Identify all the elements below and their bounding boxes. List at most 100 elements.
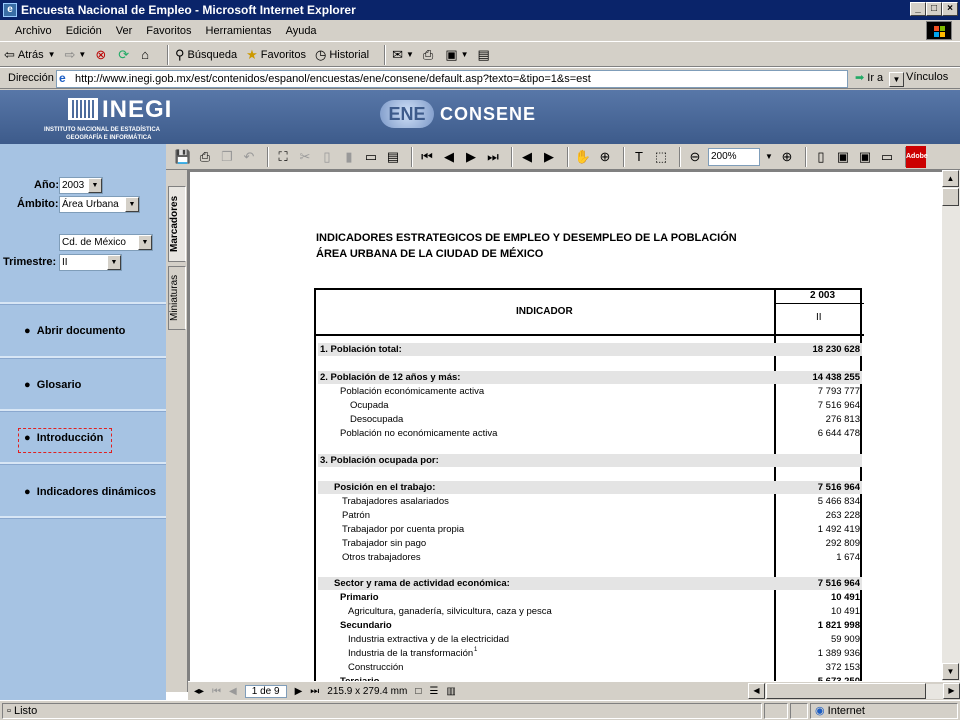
close-button[interactable]: × <box>942 2 958 16</box>
snapshot-icon[interactable]: ⬚ <box>652 148 670 166</box>
scroll-thumb[interactable] <box>942 188 959 206</box>
scroll-up-icon[interactable]: ▲ <box>942 170 959 187</box>
zoom-field[interactable]: 200% <box>708 147 760 166</box>
mail-button[interactable]: ✉ ▼ <box>392 47 414 63</box>
inegi-logo[interactable]: INEGI INSTITUTO NACIONAL DE ESTADÍSTICA … <box>44 94 194 141</box>
page-layout-icon[interactable]: ▭ <box>362 148 380 166</box>
single-page-icon[interactable]: □ <box>415 686 421 697</box>
address-dropdown-button[interactable]: ▼ <box>889 72 904 87</box>
menu-edicion[interactable]: Edición <box>59 25 109 37</box>
favorites-button[interactable]: ★ Favoritos <box>246 47 306 63</box>
print-icon[interactable]: ⎙ <box>196 148 214 166</box>
sidebar-item-indicadores-dinamicos[interactable]: ● Indicadores dinámicos <box>24 486 156 498</box>
forward-button[interactable]: ⇨ ▼ <box>65 47 87 63</box>
tab-miniaturas[interactable]: Miniaturas <box>168 266 186 330</box>
row-value: 1 389 936 <box>817 648 860 659</box>
previous-page-icon[interactable]: ◀ <box>440 148 458 166</box>
links-button[interactable]: Vínculos <box>906 71 948 83</box>
save-icon[interactable]: 💾 <box>174 148 192 166</box>
table-row: 3. Población ocupada por: <box>318 454 862 467</box>
table-row: Trabajadores asalariados 5 466 834 <box>318 495 862 508</box>
ciudad-select[interactable]: Cd. de México ▼ <box>59 234 153 251</box>
table-icon[interactable]: ▤ <box>384 148 402 166</box>
menu-ayuda[interactable]: Ayuda <box>279 25 324 37</box>
facing-icon[interactable]: ▥ <box>446 686 455 697</box>
stop-button[interactable]: ⊗ <box>95 47 109 63</box>
sidebar-item-glosario[interactable]: ● Glosario <box>24 379 81 391</box>
first-page-icon[interactable]: ⏮ <box>212 686 221 697</box>
first-page-icon[interactable]: ⏮ <box>418 148 436 166</box>
table-row: 2. Población de 12 años y más: 14 438 255 <box>318 371 862 384</box>
scroll-left-icon[interactable]: ◀ <box>748 683 765 699</box>
address-input[interactable]: e http://www.inegi.gob.mx/est/contenidos… <box>56 70 904 88</box>
row-value: 10 491 <box>830 592 860 603</box>
undo-icon[interactable]: ↶ <box>240 148 258 166</box>
maximize-button[interactable]: □ <box>926 2 942 16</box>
zoom-out-icon[interactable]: ⊖ <box>686 148 704 166</box>
chevron-down-icon: ▼ <box>138 235 152 250</box>
adobe-logo-icon[interactable]: Adobe <box>906 146 928 168</box>
next-page-icon[interactable]: ▶ <box>295 686 303 697</box>
hand-tool-icon[interactable]: ✋ <box>574 148 592 166</box>
back-button[interactable]: ⇦ Atrás ▼ <box>4 47 56 63</box>
cut-icon[interactable]: ✂ <box>296 148 314 166</box>
last-page-icon[interactable]: ⏭ <box>310 686 319 697</box>
search-button[interactable]: ⚲ Búsqueda <box>175 47 237 63</box>
horizontal-scrollbar[interactable]: ◀ ▶ <box>748 683 960 699</box>
menu-favoritos[interactable]: Favoritos <box>139 25 198 37</box>
zoom-tool-icon[interactable]: ⊕ <box>596 148 614 166</box>
page-number-field[interactable]: 1 de 9 <box>244 684 287 698</box>
trimestre-select[interactable]: II ▼ <box>59 254 122 271</box>
previous-view-icon[interactable]: ◀ <box>518 148 536 166</box>
scroll-right-icon[interactable]: ▶ <box>943 683 960 699</box>
history-button[interactable]: ◷ Historial <box>315 47 369 63</box>
split-icon[interactable]: ◂▸ <box>194 686 204 697</box>
menu-ver[interactable]: Ver <box>109 25 140 37</box>
scroll-down-icon[interactable]: ▼ <box>942 663 959 680</box>
fit-page-icon[interactable]: ▣ <box>834 148 852 166</box>
continuous-icon[interactable]: ☰ <box>429 686 438 697</box>
page-icon[interactable]: ▯ <box>318 148 336 166</box>
address-label: Dirección <box>8 72 54 84</box>
previous-page-icon[interactable]: ◀ <box>229 686 237 697</box>
table-row: 1. Población total: 18 230 628 <box>318 343 862 356</box>
row-label: Secundario <box>340 620 392 631</box>
menu-archivo[interactable]: Archivo <box>8 25 59 37</box>
divider <box>0 302 166 305</box>
discuss-button[interactable]: ▤ <box>478 47 493 63</box>
zoom-dropdown-icon[interactable]: ▼ <box>764 148 774 166</box>
last-page-icon[interactable]: ⏭ <box>484 148 502 166</box>
go-button[interactable]: ➡ Ir a <box>855 71 883 84</box>
edit-button[interactable]: ▣ ▼ <box>445 47 468 63</box>
tab-marcadores[interactable]: Marcadores <box>168 186 186 262</box>
row-value: 292 809 <box>825 538 860 549</box>
text-select-icon[interactable]: T <box>630 148 648 166</box>
pages-icon[interactable]: ▮ <box>340 148 358 166</box>
row-label: Población no económicamente activa <box>340 428 498 439</box>
fit-width-icon[interactable]: ▣ <box>856 148 874 166</box>
home-button[interactable]: ⌂ <box>141 47 152 62</box>
trimestre-label: Trimestre: <box>3 256 57 268</box>
row-label: 3. Población ocupada por: <box>320 455 439 466</box>
menu-herramientas[interactable]: Herramientas <box>199 25 279 37</box>
find-icon[interactable]: ⛶ <box>274 148 292 166</box>
minimize-button[interactable]: _ <box>910 2 926 16</box>
rotate-icon[interactable]: ▭ <box>878 148 896 166</box>
print-button[interactable]: ⎙ <box>423 47 436 63</box>
copy-icon[interactable]: ❐ <box>218 148 236 166</box>
zoom-in-icon[interactable]: ⊕ <box>778 148 796 166</box>
sidebar-item-introduccion[interactable]: ● Introducción <box>24 432 103 444</box>
sidebar-item-abrir-documento[interactable]: ● Abrir documento <box>24 325 125 337</box>
vertical-scrollbar[interactable]: ▲ ▼ <box>942 170 960 681</box>
h-scroll-thumb[interactable] <box>766 683 926 699</box>
actual-size-icon[interactable]: ▯ <box>812 148 830 166</box>
next-view-icon[interactable]: ▶ <box>540 148 558 166</box>
next-page-icon[interactable]: ▶ <box>462 148 480 166</box>
ambito-select[interactable]: Área Urbana ▼ <box>59 196 140 213</box>
table-row: Industria extractiva y de la electricida… <box>318 633 862 646</box>
row-label: Desocupada <box>350 414 404 425</box>
refresh-button[interactable]: ⟳ <box>118 47 132 63</box>
anio-select[interactable]: 2003 ▼ <box>59 177 103 194</box>
document-title-2: ÁREA URBANA DE LA CIUDAD DE MÉXICO <box>316 248 544 260</box>
indicators-table: INDICADOR 2 003 II 1. Población total: 18… <box>314 288 864 681</box>
